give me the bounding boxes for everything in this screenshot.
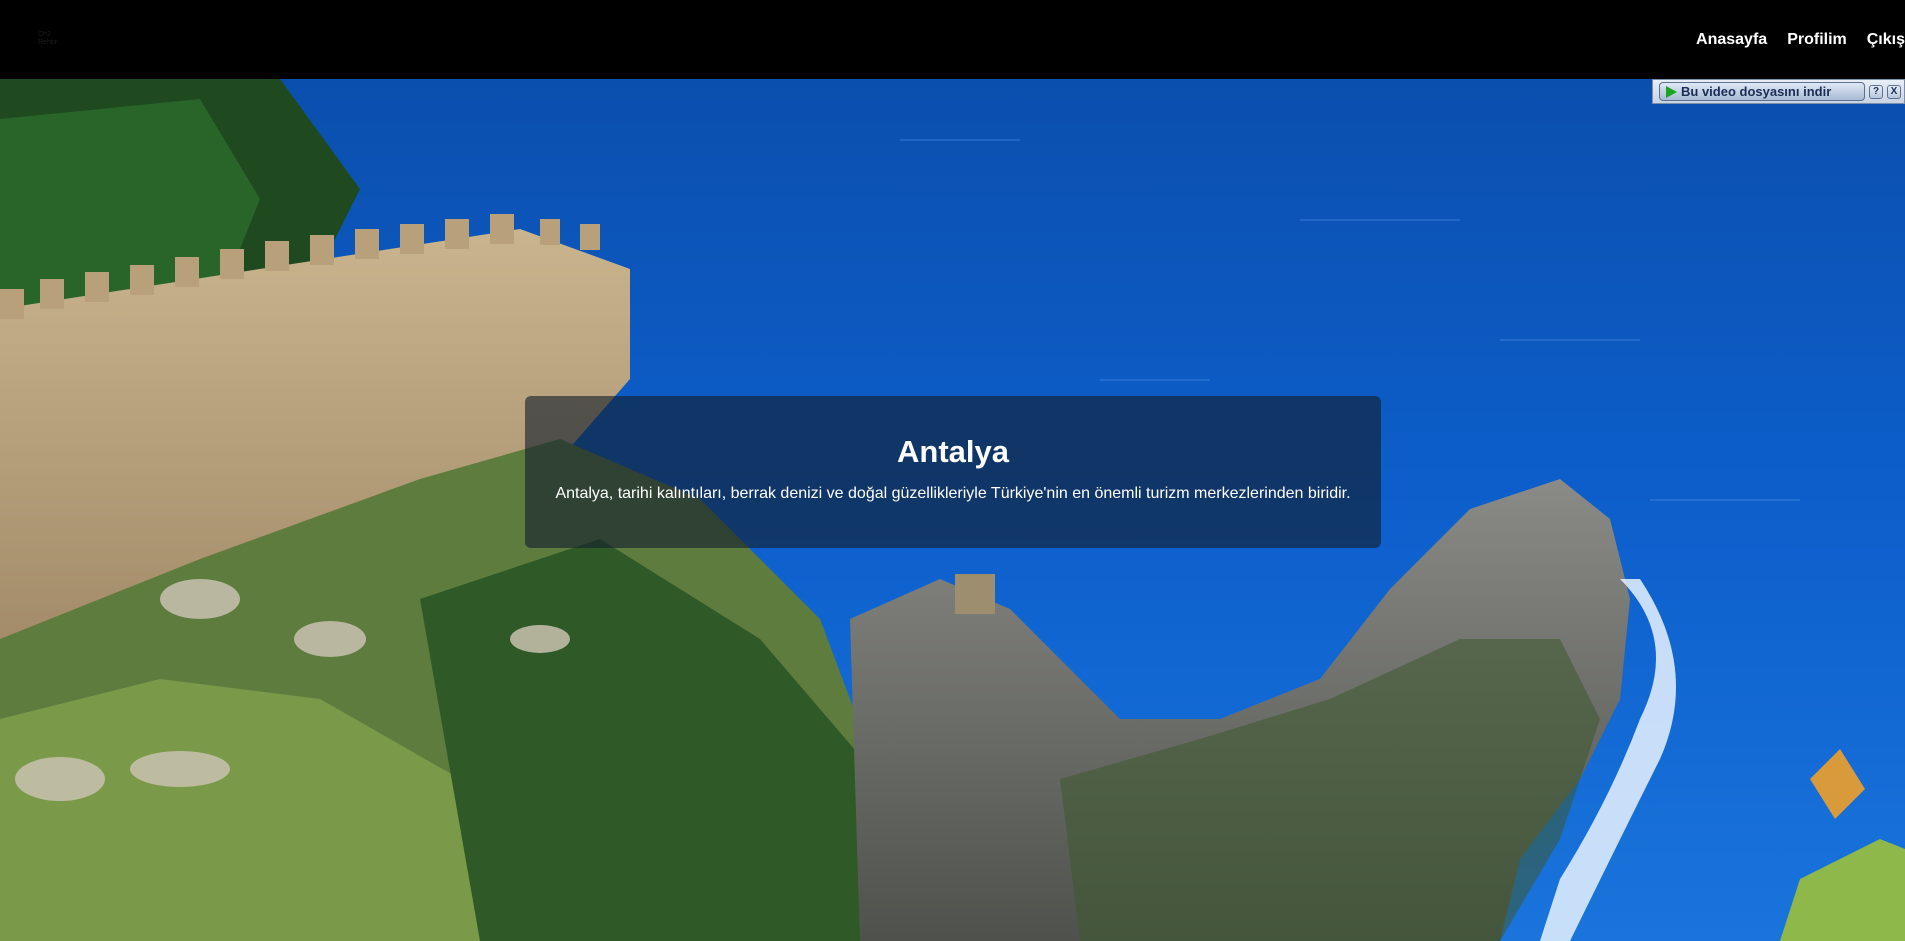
download-video-label: Bu video dosyasını indir [1681, 84, 1832, 99]
top-navbar: Ch2 Rehbr Anasayfa Profilim Çıkış [0, 0, 1905, 79]
nav-link-home[interactable]: Anasayfa [1696, 31, 1767, 49]
nav-link-profile[interactable]: Profilim [1787, 31, 1847, 49]
nav-link-logout[interactable]: Çıkış [1867, 31, 1905, 49]
play-icon [1666, 85, 1677, 98]
close-icon[interactable]: X [1887, 84, 1901, 99]
destination-info-box: Antalya Antalya, tarihi kalıntıları, ber… [525, 396, 1381, 548]
destination-description: Antalya, tarihi kalıntıları, berrak deni… [555, 485, 1351, 502]
destination-title: Antalya [897, 434, 1009, 469]
video-download-bar: Bu video dosyasını indir ? X [1652, 79, 1905, 104]
help-icon[interactable]: ? [1869, 84, 1883, 99]
download-video-button[interactable]: Bu video dosyasını indir [1659, 82, 1865, 101]
nav-links: Anasayfa Profilim Çıkış [1676, 31, 1905, 49]
site-logo[interactable]: Ch2 Rehbr [38, 31, 66, 49]
